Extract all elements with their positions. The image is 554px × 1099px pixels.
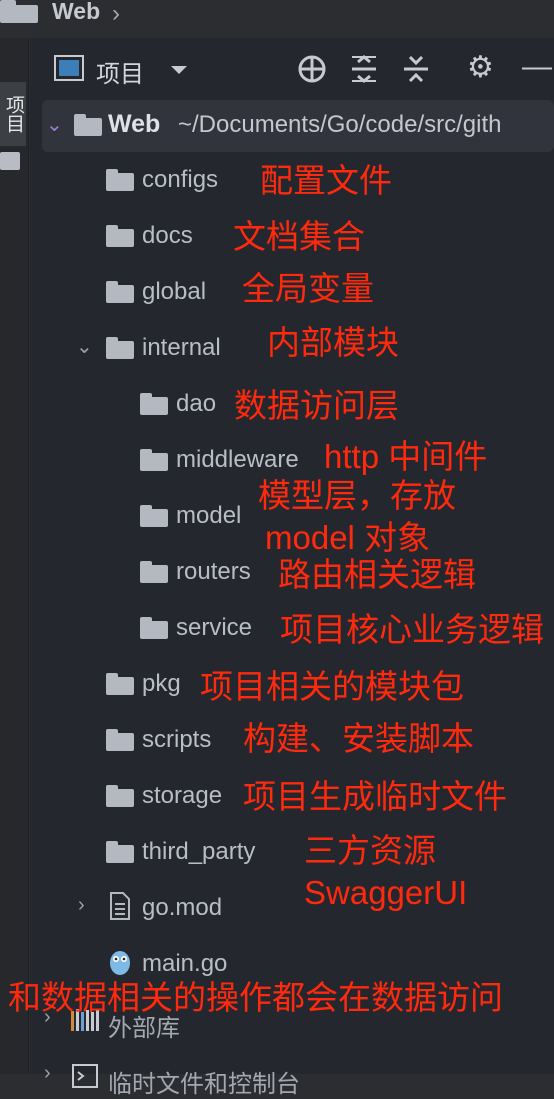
scratches-icon xyxy=(72,1064,98,1088)
annotation-dao-note: 和数据相关的操作都会在数据访问 xyxy=(8,979,503,1016)
folder-icon xyxy=(106,673,134,695)
annotation-service: 项目核心业务逻辑 xyxy=(280,611,544,648)
folder-icon xyxy=(106,729,134,751)
folder-icon xyxy=(106,225,134,247)
tree-item-dao[interactable]: dao xyxy=(176,390,216,418)
annotation-configs: 配置文件 xyxy=(260,162,392,199)
folder-icon xyxy=(106,169,134,191)
root-project-path: ~/Documents/Go/code/src/gith xyxy=(178,111,502,138)
tree-item-pkg[interactable]: pkg xyxy=(142,670,181,698)
tree-item-global[interactable]: global xyxy=(142,278,206,306)
breadcrumb: Web › xyxy=(0,0,554,30)
project-toolbar: 项目 ⚙ — xyxy=(30,38,554,98)
breadcrumb-label[interactable]: Web xyxy=(52,0,100,25)
tree-item-model[interactable]: model xyxy=(176,502,241,530)
annotation-third-party-line2: SwaggerUI xyxy=(304,874,468,911)
annotation-pkg: 项目相关的模块包 xyxy=(200,668,464,705)
root-project-name[interactable]: Web xyxy=(108,110,160,139)
tree-item-internal[interactable]: internal xyxy=(142,334,221,362)
folder-icon xyxy=(140,449,168,471)
project-view-icon xyxy=(54,55,84,81)
collapse-all-icon[interactable] xyxy=(402,54,430,84)
tree-item-main-go[interactable]: main.go xyxy=(142,950,227,978)
tree-item-scratches-consoles[interactable]: 临时文件和控制台 xyxy=(108,1064,300,1099)
tree-item-service[interactable]: service xyxy=(176,614,252,642)
folder-icon xyxy=(140,505,168,527)
toolbar-title[interactable]: 项目 xyxy=(96,54,144,89)
folder-icon xyxy=(106,337,134,359)
tree-item-docs[interactable]: docs xyxy=(142,222,193,250)
folder-icon xyxy=(0,0,38,23)
tree-item-configs[interactable]: configs xyxy=(142,166,218,194)
locate-icon[interactable] xyxy=(297,54,327,84)
expand-all-icon[interactable] xyxy=(350,54,378,84)
folder-icon xyxy=(74,114,102,136)
project-tool-tab[interactable]: 项目 xyxy=(0,82,26,146)
annotation-middleware: http 中间件 xyxy=(324,438,488,475)
annotation-third-party-line1: 三方资源 xyxy=(304,832,436,869)
tree-item-storage[interactable]: storage xyxy=(142,782,222,810)
chevron-right-icon[interactable]: › xyxy=(78,894,85,917)
folder-icon xyxy=(140,561,168,583)
tool-window-strip: 项目 xyxy=(0,38,29,1074)
annotation-dao: 数据访问层 xyxy=(234,387,399,424)
annotation-model-line2: model 对象 xyxy=(265,519,431,556)
tree-item-scripts[interactable]: scripts xyxy=(142,726,211,754)
chevron-right-icon: › xyxy=(112,0,120,27)
tree-item-third-party[interactable]: third_party xyxy=(142,838,255,866)
folder-icon xyxy=(106,281,134,303)
tree-item-go-mod[interactable]: go.mod xyxy=(142,894,222,922)
chevron-down-icon[interactable]: ⌄ xyxy=(46,112,63,137)
go-mod-file-icon xyxy=(110,892,130,920)
tree-item-middleware[interactable]: middleware xyxy=(176,446,299,474)
folder-icon xyxy=(140,617,168,639)
annotation-storage: 项目生成临时文件 xyxy=(243,778,507,815)
annotation-scripts: 构建、安装脚本 xyxy=(243,720,474,757)
structure-icon[interactable] xyxy=(0,152,20,170)
tree-item-routers[interactable]: routers xyxy=(176,558,251,586)
annotation-internal: 内部模块 xyxy=(267,324,399,361)
annotation-docs: 文档集合 xyxy=(233,218,365,255)
chevron-down-icon[interactable]: ⌄ xyxy=(76,334,93,359)
annotation-model-line1: 模型层，存放 xyxy=(258,477,456,514)
gear-icon[interactable]: ⚙ xyxy=(467,50,494,85)
folder-icon xyxy=(140,393,168,415)
folder-icon xyxy=(106,841,134,863)
folder-icon xyxy=(106,785,134,807)
gopher-icon xyxy=(110,951,130,975)
annotation-global: 全局变量 xyxy=(242,270,374,307)
view-dropdown-icon[interactable] xyxy=(170,64,188,76)
annotation-routers: 路由相关逻辑 xyxy=(278,556,476,593)
minimize-icon[interactable]: — xyxy=(522,50,552,84)
